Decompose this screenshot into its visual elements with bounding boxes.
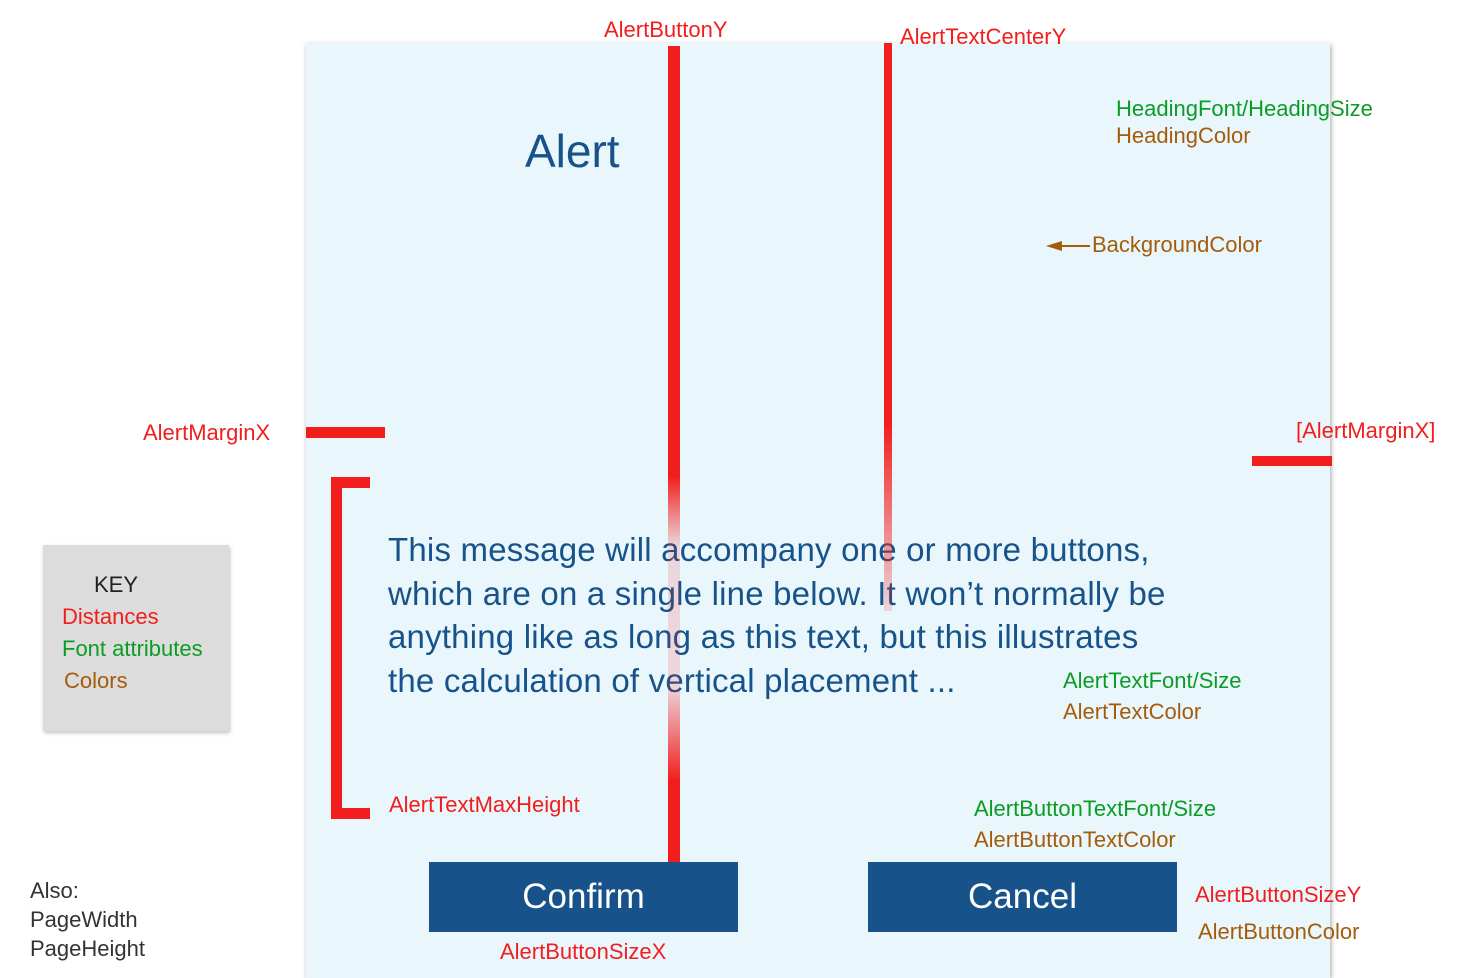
alert-margin-x-left-bar [306,427,385,438]
alert-margin-x-right-bar [1252,456,1332,466]
key-legend: KEY Distances Font attributes Colors [43,545,229,731]
alert-heading: Alert [525,125,620,177]
text-max-height-bracket-bottom [331,808,370,819]
alert-panel [306,43,1330,978]
key-font-attributes: Font attributes [62,636,203,661]
label-alert-button-text-font: AlertButtonTextFont/Size [974,796,1217,821]
label-alert-text-color: AlertTextColor [1063,699,1202,724]
label-alert-button-size-y: AlertButtonSizeY [1195,882,1362,907]
text-max-height-bracket-vertical [331,477,342,819]
label-heading-font: HeadingFont/HeadingSize [1116,96,1373,121]
alert-message-line: which are on a single line below. It won… [388,574,1166,612]
key-colors: Colors [64,668,128,693]
label-alert-margin-x-left: AlertMarginX [143,420,271,445]
also-item-page-width: PageWidth [30,907,138,932]
key-title: KEY [94,572,139,597]
alert-button-y-bar [668,46,680,862]
cancel-button[interactable]: Cancel [868,862,1177,932]
label-alert-button-y: AlertButtonY [604,17,728,42]
label-alert-button-text-color: AlertButtonTextColor [974,827,1176,852]
alert-message-line: anything like as long as this text, but … [388,618,1139,655]
confirm-button[interactable]: Confirm [429,862,738,932]
alert-message-line: This message will accompany one or more … [388,531,1150,568]
label-alert-button-size-x: AlertButtonSizeX [500,939,667,964]
text-max-height-bracket-top [331,477,370,488]
also-item-page-height: PageHeight [30,936,145,961]
also-note: Also: PageWidth PageHeight [30,876,145,963]
alert-text-center-y-bar [884,43,892,611]
label-background-color: BackgroundColor [1092,232,1262,257]
label-alert-button-color: AlertButtonColor [1198,919,1360,944]
label-alert-margin-x-right: [AlertMarginX] [1296,418,1436,443]
key-distances: Distances [62,604,159,629]
label-alert-text-center-y: AlertTextCenterY [900,24,1067,49]
label-heading-color: HeadingColor [1116,123,1251,148]
label-alert-text-max-height: AlertTextMaxHeight [389,792,580,817]
also-label: Also: [30,878,79,903]
background-color-arrow [1046,241,1090,251]
label-alert-text-font: AlertTextFont/Size [1063,668,1242,693]
